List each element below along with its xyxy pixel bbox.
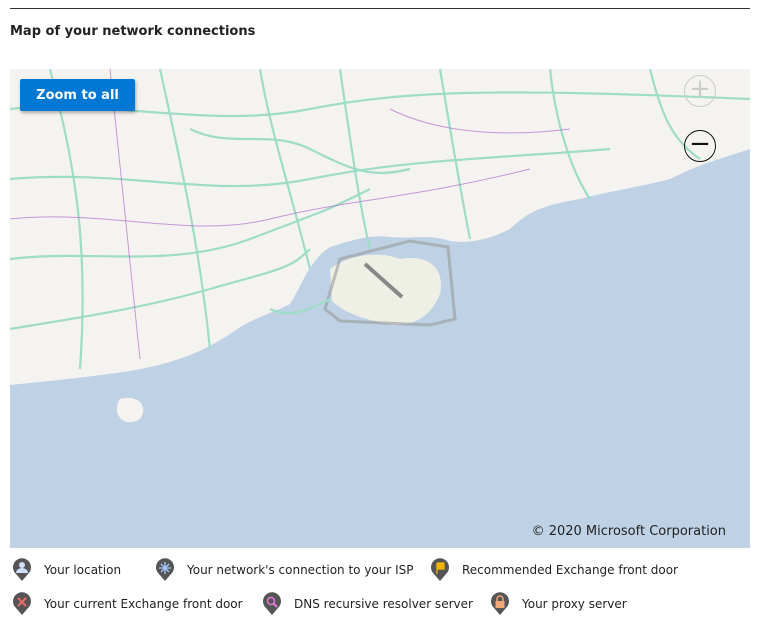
hong-kong-island (330, 254, 441, 325)
legend-item: Your proxy server (490, 592, 627, 616)
network-map[interactable]: Zoom to all + − © 2020 Microsoft Corpora… (10, 69, 750, 548)
legend-label: Your proxy server (522, 597, 627, 611)
zoom-in-button[interactable]: + (684, 75, 716, 107)
person-icon (13, 558, 31, 581)
magnifier-icon (263, 592, 281, 615)
legend-item: Your network's connection to your ISP (155, 558, 414, 582)
lock-icon (491, 592, 509, 615)
map-canvas[interactable] (10, 69, 750, 548)
legend-label: Recommended Exchange front door (462, 563, 678, 577)
legend-item: DNS recursive resolver server (262, 592, 473, 616)
divider (10, 8, 750, 9)
legend-item: Your location (12, 558, 121, 582)
flag-icon (431, 558, 449, 581)
legend-label: DNS recursive resolver server (294, 597, 473, 611)
network-icon (156, 558, 174, 581)
legend-label: Your location (44, 563, 122, 577)
legend-label: Your network's connection to your ISP (187, 563, 414, 577)
legend-label: Your current Exchange front door (44, 597, 243, 611)
zoom-out-button[interactable]: − (684, 130, 716, 162)
x-icon (13, 592, 31, 615)
legend-item: Your current Exchange front door (12, 592, 243, 616)
island (116, 397, 144, 423)
page-title: Map of your network connections (10, 24, 256, 39)
land (10, 69, 750, 385)
legend-item: Recommended Exchange front door (430, 558, 678, 582)
zoom-to-all-button[interactable]: Zoom to all (20, 79, 135, 111)
copyright: © 2020 Microsoft Corporation (531, 524, 726, 539)
